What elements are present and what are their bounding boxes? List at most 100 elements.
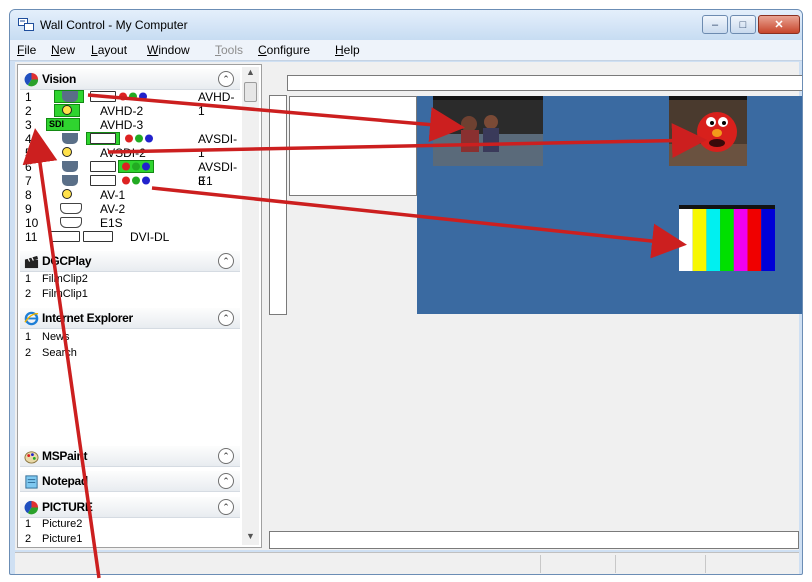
group-header-picture[interactable]: PICTURE ⌃ (20, 497, 240, 518)
menu-file[interactable]: File (17, 43, 36, 57)
source-row-search[interactable]: 2 Search (20, 347, 240, 361)
source-row-news[interactable]: 1 News (20, 331, 240, 345)
source-name: AV-1 (100, 188, 126, 202)
source-row-av-1[interactable]: 8 AV-1 (20, 188, 240, 202)
source-row-avhd-2[interactable]: 2 AVHD-2 (20, 104, 240, 118)
dvi-connector-icon (90, 175, 116, 186)
source-number: 1 (25, 518, 32, 530)
menu-configure[interactable]: Configure (258, 43, 310, 57)
source-number: 2 (25, 104, 32, 118)
source-row-avsdi-2[interactable]: 5 AVSDI-2 (20, 146, 240, 160)
source-name: Picture2 (42, 518, 83, 530)
source-name: E1 (198, 174, 213, 188)
collapse-notepad-icon[interactable]: ⌃ (218, 473, 234, 489)
source-number: 10 (25, 216, 39, 230)
group-header-vision[interactable]: Vision ⌃ (20, 69, 240, 90)
source-name: Search (42, 347, 77, 359)
source-row-avhd-3[interactable]: 3 SDI AVHD-3 (20, 118, 240, 132)
source-row-filmclip2[interactable]: 1 FilmClip2 (20, 273, 240, 287)
collapse-internet-explorer-icon[interactable]: ⌃ (218, 310, 234, 326)
menu-help[interactable]: Help (335, 43, 360, 57)
wall-window-video-couple[interactable] (433, 96, 543, 166)
clapperboard-icon (24, 255, 39, 269)
menu-window[interactable]: Window (147, 43, 190, 57)
group-header-mspaint[interactable]: MSPaint ⌃ (20, 446, 240, 467)
collapse-mspaint-icon[interactable]: ⌃ (218, 448, 234, 464)
source-row-picture1[interactable]: 2 Picture1 (20, 533, 240, 547)
source-number: 2 (25, 347, 32, 359)
maximize-button[interactable]: □ (730, 15, 756, 34)
source-row-filmclip1[interactable]: 2 FilmClip1 (20, 288, 240, 302)
source-name: FilmClip1 (42, 288, 88, 300)
source-number: 9 (25, 202, 32, 216)
dsub-connector-icon (62, 161, 78, 172)
vision-pie-icon (24, 72, 39, 87)
source-name: AV-2 (100, 202, 126, 216)
source-number: 1 (25, 90, 32, 104)
source-row-e1s[interactable]: 10 E1S (20, 216, 240, 230)
film-still-icon (433, 100, 543, 166)
source-row-dvi-dl[interactable]: 11 DVI-DL (20, 230, 240, 244)
dsub-connector-icon (62, 175, 78, 186)
menu-bar: File New Layout Window Tools Configure H… (10, 40, 802, 61)
source-name: DVI-DL (130, 230, 170, 244)
layout-top-field[interactable] (287, 75, 802, 91)
menu-layout[interactable]: Layout (91, 43, 127, 57)
group-title-dgcplay: DGCPlay (42, 254, 92, 268)
layout-bottom-field[interactable] (269, 531, 799, 549)
menu-new[interactable]: New (51, 43, 75, 57)
group-header-dgcplay[interactable]: DGCPlay ⌃ (20, 251, 240, 272)
mspaint-palette-icon (24, 451, 39, 464)
status-separator (540, 555, 541, 573)
dvi-connector-icon (90, 133, 116, 144)
source-row-e1[interactable]: 7 E1 (20, 174, 240, 188)
dvi-connector-icon (90, 161, 116, 172)
source-list-scrollbar[interactable]: ▲ ▼ (242, 67, 259, 545)
source-name: AVSDI-2 (100, 146, 146, 160)
scroll-down-arrow-icon[interactable]: ▼ (242, 531, 259, 545)
rgb-connector-icon (122, 176, 150, 185)
status-bar (15, 552, 799, 574)
dvi-connector-icon (50, 231, 80, 242)
rgb-connector-icon (122, 162, 150, 171)
picture-pie-icon (24, 500, 39, 515)
color-bars-icon (679, 209, 775, 271)
source-name: AVHD-2 (100, 104, 144, 118)
title-bar[interactable]: Wall Control - My Computer – □ ✕ (10, 10, 802, 40)
collapse-vision-icon[interactable]: ⌃ (218, 71, 234, 87)
menu-tools[interactable]: Tools (215, 43, 243, 57)
close-button[interactable]: ✕ (758, 15, 800, 34)
source-row-avsdi-1[interactable]: 4 AVSDI-1 (20, 132, 240, 160)
source-row-avsdi-3[interactable]: 6 AVSDI-3 (20, 160, 240, 188)
wall-window-color-bars[interactable] (679, 205, 775, 271)
collapse-picture-icon[interactable]: ⌃ (218, 499, 234, 515)
source-name: News (42, 331, 70, 343)
minimize-button[interactable]: – (702, 15, 728, 34)
collapse-dgcplay-icon[interactable]: ⌃ (218, 253, 234, 269)
sdi-badge: SDI (49, 119, 65, 129)
source-row-av-2[interactable]: 9 AV-2 (20, 202, 240, 216)
source-number: 1 (25, 273, 32, 285)
source-number: 3 (25, 118, 32, 132)
group-title-internet-explorer: Internet Explorer (42, 311, 133, 325)
hdmi-connector-icon (60, 203, 82, 214)
dvi-connector-icon (90, 91, 116, 102)
layout-white-area[interactable] (289, 96, 417, 196)
layout-left-bar[interactable] (269, 95, 287, 315)
wall-window-video-elmo[interactable] (669, 96, 747, 166)
scroll-up-arrow-icon[interactable]: ▲ (242, 67, 259, 81)
status-separator (615, 555, 616, 573)
source-row-avhd-1[interactable]: 1 AVHD-1 (20, 90, 240, 118)
video-wall-canvas[interactable] (417, 96, 802, 314)
group-header-notepad[interactable]: Notepad ⌃ (20, 471, 240, 492)
film-still-icon (669, 100, 747, 166)
source-row-picture2[interactable]: 1 Picture2 (20, 518, 240, 532)
group-header-internet-explorer[interactable]: Internet Explorer ⌃ (20, 308, 240, 329)
dsub-connector-icon (62, 91, 78, 102)
source-name: Picture1 (42, 533, 83, 545)
client-area: Vision ⌃ 1 AVHD-1 2 AVHD-2 3 SDI AVHD-3 … (15, 62, 802, 550)
group-title-notepad: Notepad (42, 474, 88, 488)
source-number: 8 (25, 188, 32, 202)
internet-explorer-icon (24, 311, 39, 326)
scroll-thumb[interactable] (244, 82, 257, 102)
